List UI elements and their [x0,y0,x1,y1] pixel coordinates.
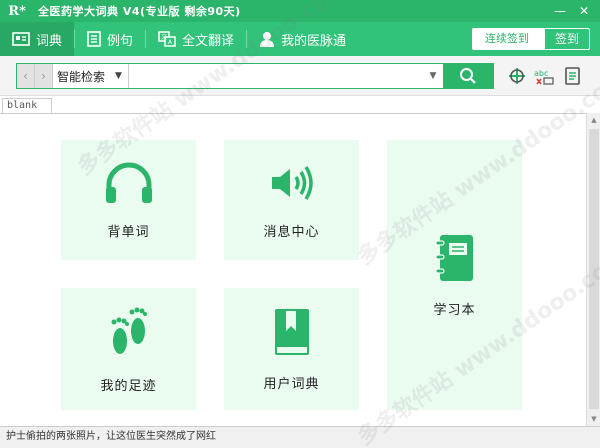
tab-dictionary-label: 词典 [36,33,63,49]
footprints-icon [111,307,147,354]
search-bar: ‹ › 智能检索 ▼ ▼ abc [0,56,600,96]
notebook-icon [434,234,473,281]
back-button[interactable]: ‹ [17,64,35,88]
scroll-thumb[interactable] [589,129,599,409]
search-input[interactable] [129,64,423,88]
tab-my-account[interactable]: 我的医脉通 [247,22,358,56]
tab-blank[interactable]: blank [2,98,52,114]
tab-my-account-label: 我的医脉通 [281,33,347,49]
dictionary-icon [12,32,30,46]
svg-text:abc: abc [534,69,548,78]
forward-button[interactable]: › [35,64,53,88]
search-button[interactable] [443,64,493,88]
checkin-streak-label: 连续签到 [472,29,545,49]
status-bar: 护士偷拍的两张照片，让这位医生突然成了网红 [0,426,600,448]
tile-vocabulary[interactable]: 背单词 [61,140,196,260]
title-bar: R* 全医药学大词典 V4(专业版 剩余90天) — ✕ [0,0,600,22]
search-mode-select[interactable]: 智能检索 ▼ [53,64,129,88]
tab-examples-label: 例句 [107,33,134,49]
translate-icon: 文A [158,31,176,47]
tab-translate-label: 全文翻译 [182,33,235,49]
tile-messages[interactable]: 消息中心 [224,140,359,260]
close-button[interactable]: ✕ [572,0,596,22]
vertical-scrollbar[interactable]: ▲ ▼ [586,113,600,426]
tile-vocabulary-label: 背单词 [107,224,150,240]
window-controls: — ✕ [548,0,596,22]
bookmark-book-icon [274,308,309,355]
checkin-button[interactable]: 签到 [545,29,589,49]
tile-notebook-label: 学习本 [433,302,476,318]
screen-capture-icon[interactable] [506,65,528,87]
scroll-down-arrow[interactable]: ▼ [587,412,600,426]
search-icon [460,68,476,84]
checkin-widget: 连续签到 签到 [471,28,590,50]
search-box: ‹ › 智能检索 ▼ ▼ [16,63,494,89]
tab-examples[interactable]: 例句 [75,22,145,56]
document-tabs: blank [0,96,600,114]
window-title: 全医药学大词典 V4(专业版 剩余90天) [38,5,241,18]
tile-user-dictionary[interactable]: 用户词典 [224,288,359,410]
tile-notebook[interactable]: 学习本 [387,140,522,410]
book-icon [87,31,101,47]
spell-check-icon[interactable]: abc [533,65,555,87]
main-nav: 词典 例句 文A 全文翻译 我的医脉通 连续签到 签到 [0,22,600,56]
notes-icon[interactable] [562,65,584,87]
tile-history[interactable]: 我的足迹 [61,288,196,410]
history-dropdown-icon[interactable]: ▼ [423,71,443,81]
minimize-button[interactable]: — [548,0,572,22]
svg-text:文: 文 [161,33,167,41]
chevron-down-icon: ▼ [115,71,122,81]
home-panel: 背单词 消息中心 学习本 我的足迹 用户词典 [0,113,586,426]
app-logo: R* [8,3,26,19]
tab-translate[interactable]: 文A 全文翻译 [146,22,246,56]
user-icon [260,32,275,47]
tile-history-label: 我的足迹 [100,378,157,394]
tab-dictionary[interactable]: 词典 [0,22,75,56]
tile-user-dictionary-label: 用户词典 [263,376,320,392]
scroll-up-arrow[interactable]: ▲ [587,113,600,127]
search-mode-value: 智能检索 [57,69,106,84]
speaker-icon [271,165,313,200]
tile-messages-label: 消息中心 [263,224,320,240]
headphones-icon [105,162,152,203]
news-ticker[interactable]: 护士偷拍的两张照片，让这位医生突然成了网红 [6,431,216,442]
